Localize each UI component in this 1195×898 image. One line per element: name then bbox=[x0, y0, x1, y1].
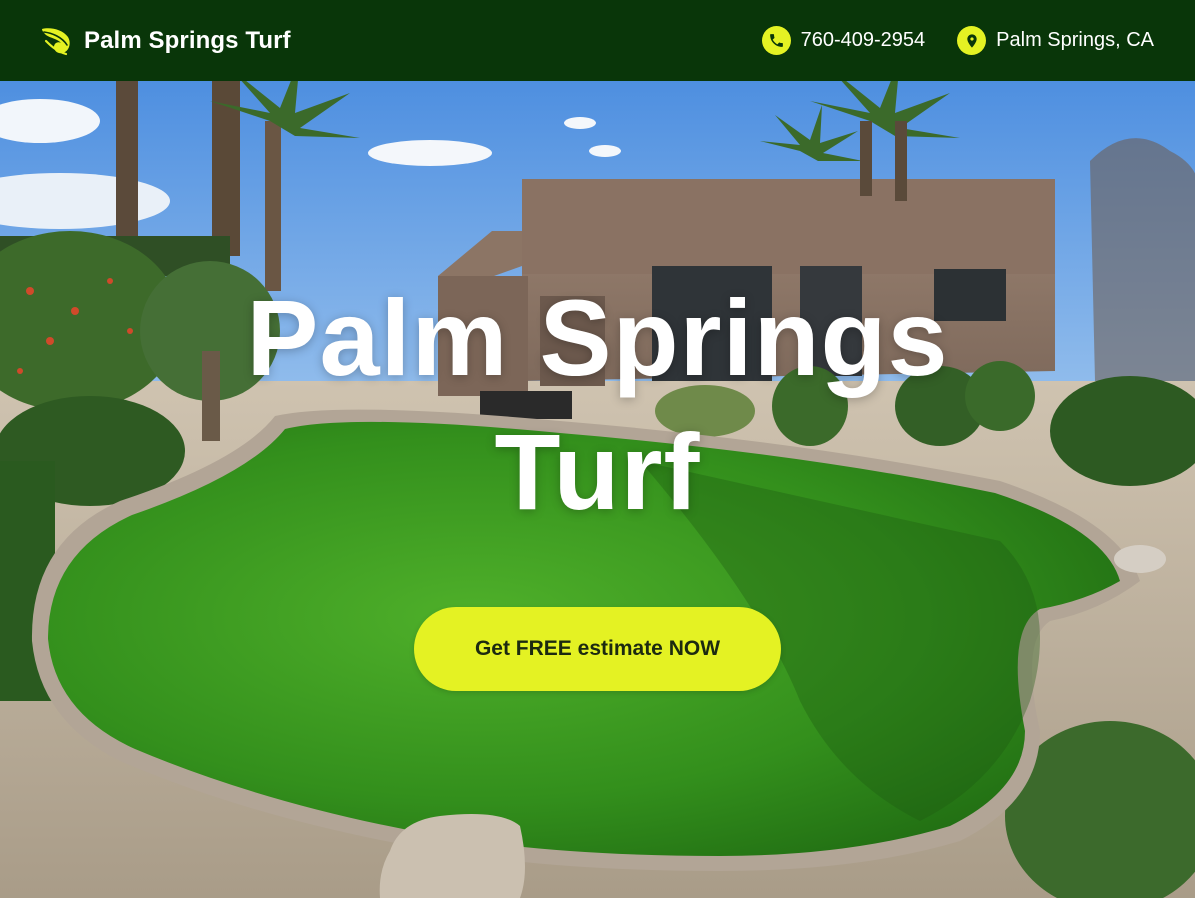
location-link[interactable]: Palm Springs, CA bbox=[957, 26, 1154, 55]
get-estimate-button[interactable]: Get FREE estimate NOW bbox=[414, 607, 781, 691]
brand-name: Palm Springs Turf bbox=[84, 26, 291, 54]
phone-number: 760-409-2954 bbox=[800, 29, 926, 51]
site-header: Palm Springs Turf 760-409-2954 Palm Spri… bbox=[0, 0, 1195, 81]
phone-link[interactable]: 760-409-2954 bbox=[761, 26, 926, 55]
location-text: Palm Springs, CA bbox=[996, 29, 1154, 51]
hero-title: Palm Springs Turf bbox=[0, 271, 1195, 539]
leaf-icon bbox=[42, 27, 70, 55]
hero-title-line-1: Palm Springs bbox=[246, 277, 949, 398]
contact-info: 760-409-2954 Palm Springs, CA bbox=[761, 26, 1154, 55]
phone-icon bbox=[761, 26, 791, 55]
hero-section: Palm Springs Turf Get FREE estimate NOW bbox=[0, 81, 1195, 898]
map-pin-icon bbox=[957, 26, 987, 55]
hero-title-line-2: Turf bbox=[494, 411, 701, 532]
brand[interactable]: Palm Springs Turf bbox=[40, 25, 291, 57]
